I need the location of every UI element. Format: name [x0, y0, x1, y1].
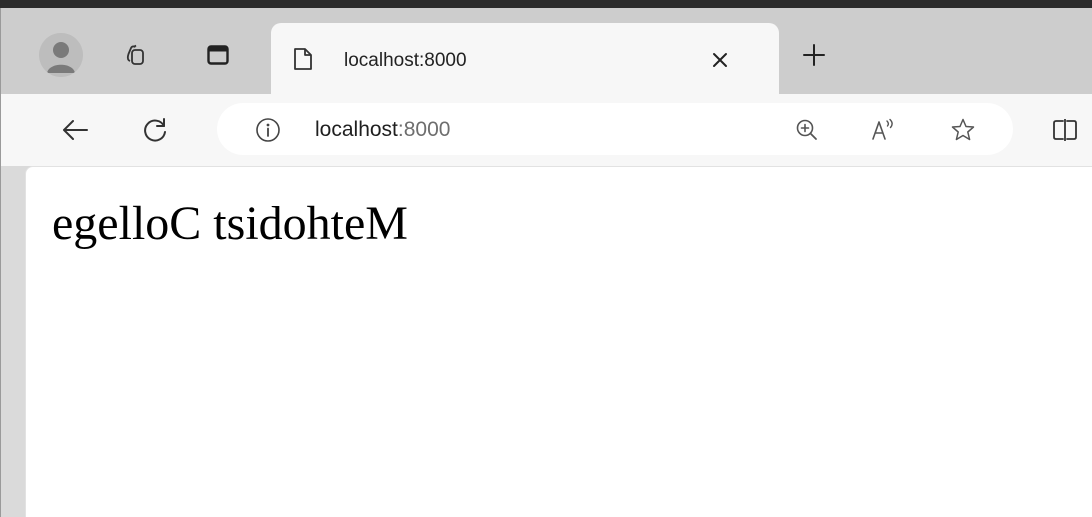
tab-strip: localhost:8000: [1, 8, 1092, 94]
tab-localhost[interactable]: localhost:8000: [271, 23, 779, 94]
address-bar[interactable]: localhost:8000: [217, 103, 1013, 155]
split-screen-icon: [1053, 119, 1077, 141]
browser-window: localhost:8000 localhost:8000 egelloC ts…: [0, 8, 1092, 517]
url-port: :8000: [397, 118, 451, 141]
close-tab-button[interactable]: [707, 47, 733, 73]
back-arrow-icon: [63, 120, 88, 140]
new-tab-button[interactable]: [797, 38, 831, 72]
page-content: egelloC tsidohteM: [25, 166, 1092, 517]
refresh-button[interactable]: [137, 112, 173, 148]
page-icon: [294, 48, 312, 70]
favorite-button[interactable]: [947, 114, 979, 146]
read-aloud-icon: [872, 118, 893, 140]
read-aloud-button[interactable]: [867, 114, 899, 146]
info-icon[interactable]: [255, 117, 281, 143]
zoom-in-icon: [796, 119, 817, 140]
navigation-toolbar: localhost:8000: [1, 94, 1092, 166]
back-button[interactable]: [57, 112, 93, 148]
page-heading: egelloC tsidohteM: [52, 197, 408, 250]
plus-icon: [803, 44, 825, 66]
tab-title: localhost:8000: [344, 50, 467, 71]
zoom-button[interactable]: [791, 114, 823, 146]
tab-actions-icon[interactable]: [201, 38, 235, 72]
address-url[interactable]: localhost:8000: [315, 118, 450, 142]
profile-avatar-icon[interactable]: [39, 33, 83, 77]
star-icon: [951, 118, 975, 141]
workspaces-icon[interactable]: [119, 38, 153, 72]
split-screen-button[interactable]: [1047, 112, 1083, 148]
close-icon: [713, 53, 727, 67]
refresh-icon: [144, 118, 166, 142]
url-host: localhost: [315, 118, 398, 141]
